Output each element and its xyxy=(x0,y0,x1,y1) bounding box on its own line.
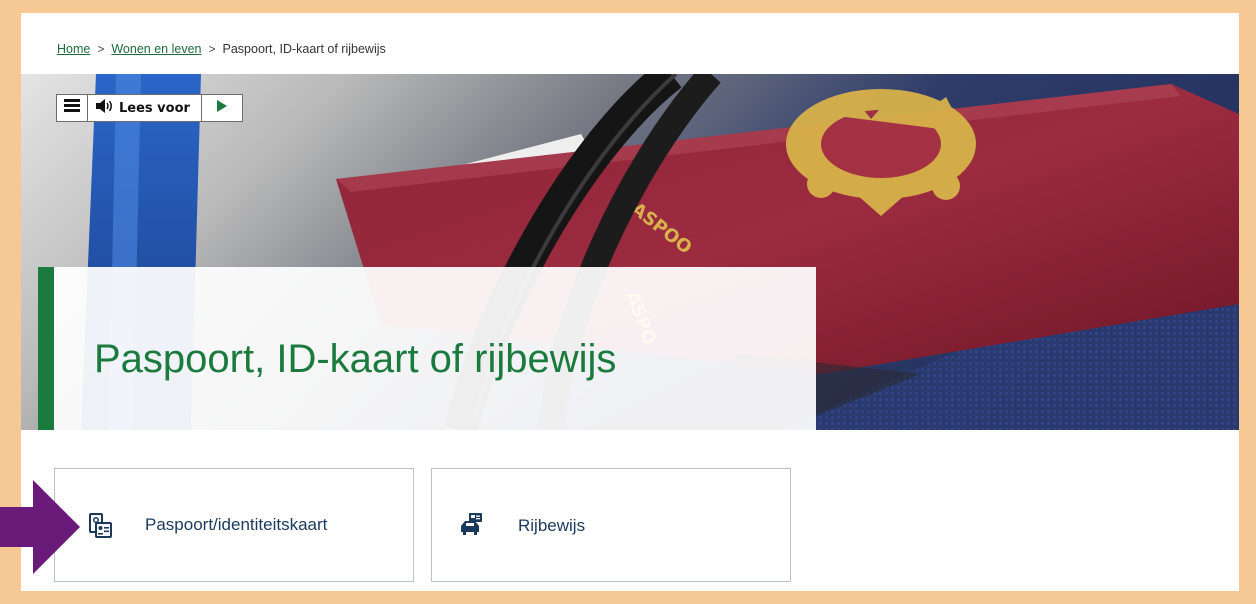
breadcrumb-current: Paspoort, ID-kaart of rijbewijs xyxy=(222,42,386,56)
read-aloud-button[interactable]: Lees voor xyxy=(88,95,202,121)
title-panel: Paspoort, ID-kaart of rijbewijs xyxy=(38,267,816,430)
speaker-icon xyxy=(96,99,114,117)
reader-menu-button[interactable] xyxy=(57,95,88,121)
page-frame: Home > Wonen en leven > Paspoort, ID-kaa… xyxy=(21,13,1239,591)
page-title: Paspoort, ID-kaart of rijbewijs xyxy=(94,337,617,381)
hamburger-icon xyxy=(64,99,80,117)
driving-license-icon xyxy=(459,512,485,541)
breadcrumb: Home > Wonen en leven > Paspoort, ID-kaa… xyxy=(57,42,386,56)
card-label: Paspoort/identiteitskaart xyxy=(145,515,328,534)
card-driving-license[interactable]: Rijbewijs xyxy=(431,468,791,582)
passport-id-icon xyxy=(88,513,112,544)
read-aloud-toolbar: Lees voor xyxy=(56,94,243,122)
read-aloud-label: Lees voor xyxy=(119,100,190,116)
card-label: Rijbewijs xyxy=(518,516,586,535)
play-icon xyxy=(216,99,228,117)
breadcrumb-separator: > xyxy=(97,42,105,56)
breadcrumb-section-link[interactable]: Wonen en leven xyxy=(111,42,201,56)
card-passport-id[interactable]: Paspoort/identiteitskaart xyxy=(54,468,414,582)
breadcrumb-separator: > xyxy=(208,42,216,56)
play-button[interactable] xyxy=(202,95,242,121)
annotation-arrow xyxy=(0,480,82,579)
breadcrumb-home-link[interactable]: Home xyxy=(57,42,90,56)
